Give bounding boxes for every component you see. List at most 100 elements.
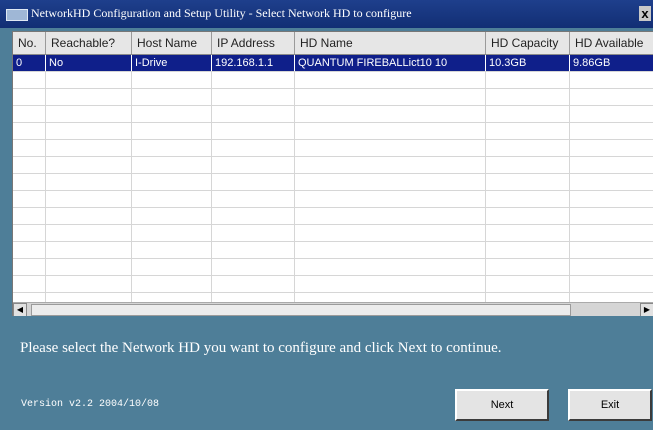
table-cell (13, 225, 46, 241)
table-row[interactable] (13, 276, 653, 293)
table-cell (295, 293, 486, 302)
table-cell (295, 123, 486, 139)
table-row[interactable] (13, 174, 653, 191)
table-cell (13, 276, 46, 292)
table-cell (295, 106, 486, 122)
scroll-thumb[interactable] (31, 304, 571, 316)
table-cell (13, 242, 46, 258)
cell-hd-available: 9.86GB (570, 55, 653, 71)
table-cell (212, 259, 295, 275)
table-cell (212, 208, 295, 224)
table-cell (212, 106, 295, 122)
table-cell (212, 89, 295, 105)
table-cell (486, 259, 570, 275)
table-row[interactable] (13, 191, 653, 208)
table-cell (46, 72, 132, 88)
table-cell (13, 123, 46, 139)
column-header-hd-capacity[interactable]: HD Capacity (486, 32, 570, 54)
table-cell (570, 191, 653, 207)
table-cell (570, 225, 653, 241)
column-header-no[interactable]: No. (13, 32, 46, 54)
table-cell (486, 174, 570, 190)
scroll-right-icon[interactable]: ▶ (640, 303, 653, 316)
table-row[interactable] (13, 225, 653, 242)
table-header: No. Reachable? Host Name IP Address HD N… (13, 32, 653, 55)
table-cell (570, 208, 653, 224)
close-icon[interactable]: x (639, 6, 651, 21)
table-cell (13, 106, 46, 122)
table-cell (46, 157, 132, 173)
table-cell (212, 225, 295, 241)
table-cell (295, 174, 486, 190)
table-cell (212, 191, 295, 207)
title-bar[interactable]: NetworkHD Configuration and Setup Utilit… (0, 0, 653, 28)
scroll-left-icon[interactable]: ◀ (13, 303, 27, 316)
table-cell (486, 106, 570, 122)
exit-button[interactable]: Exit (568, 389, 652, 421)
column-header-hd-name[interactable]: HD Name (295, 32, 486, 54)
table-row[interactable] (13, 140, 653, 157)
table-cell (13, 191, 46, 207)
table-row[interactable] (13, 293, 653, 302)
next-button[interactable]: Next (455, 389, 549, 421)
column-header-reachable[interactable]: Reachable? (46, 32, 132, 54)
table-cell (46, 106, 132, 122)
table-cell (295, 157, 486, 173)
table-row[interactable] (13, 242, 653, 259)
table-cell (570, 259, 653, 275)
table-row[interactable]: 0 No I-Drive 192.168.1.1 QUANTUM FIREBAL… (13, 55, 653, 72)
table-cell (212, 276, 295, 292)
table-cell (570, 174, 653, 190)
table-cell (13, 293, 46, 302)
table-row[interactable] (13, 72, 653, 89)
table-cell (46, 191, 132, 207)
table-cell (46, 242, 132, 258)
table-cell (46, 293, 132, 302)
table-row[interactable] (13, 208, 653, 225)
table-cell (132, 89, 212, 105)
table-cell (13, 157, 46, 173)
window-title: NetworkHD Configuration and Setup Utilit… (31, 6, 412, 20)
table-cell (46, 208, 132, 224)
table-cell (486, 89, 570, 105)
table-cell (295, 191, 486, 207)
table-cell (46, 89, 132, 105)
table-body: 0 No I-Drive 192.168.1.1 QUANTUM FIREBAL… (13, 55, 653, 302)
cell-hd-name: QUANTUM FIREBALLict10 10 (295, 55, 486, 71)
table-cell (570, 140, 653, 156)
table-cell (212, 140, 295, 156)
table-cell (486, 123, 570, 139)
table-cell (132, 293, 212, 302)
table-cell (13, 259, 46, 275)
table-row[interactable] (13, 106, 653, 123)
table-cell (13, 72, 46, 88)
table-cell (132, 157, 212, 173)
table-cell (295, 259, 486, 275)
table-cell (570, 123, 653, 139)
table-cell (212, 242, 295, 258)
table-cell (570, 157, 653, 173)
column-header-host-name[interactable]: Host Name (132, 32, 212, 54)
table-cell (570, 89, 653, 105)
network-hd-table[interactable]: No. Reachable? Host Name IP Address HD N… (12, 31, 653, 316)
table-row[interactable] (13, 259, 653, 276)
table-row[interactable] (13, 89, 653, 106)
table-cell (46, 276, 132, 292)
table-cell (46, 259, 132, 275)
table-row[interactable] (13, 157, 653, 174)
table-cell (132, 225, 212, 241)
horizontal-scrollbar[interactable]: ◀ ▶ (13, 302, 653, 316)
cell-host-name: I-Drive (132, 55, 212, 71)
table-cell (132, 276, 212, 292)
table-cell (46, 123, 132, 139)
column-header-ip-address[interactable]: IP Address (212, 32, 295, 54)
table-cell (132, 72, 212, 88)
table-cell (570, 242, 653, 258)
column-header-hd-available[interactable]: HD Available (570, 32, 653, 54)
table-row[interactable] (13, 123, 653, 140)
table-cell (295, 276, 486, 292)
table-cell (570, 276, 653, 292)
cell-no: 0 (13, 55, 46, 71)
table-cell (46, 174, 132, 190)
table-cell (486, 225, 570, 241)
